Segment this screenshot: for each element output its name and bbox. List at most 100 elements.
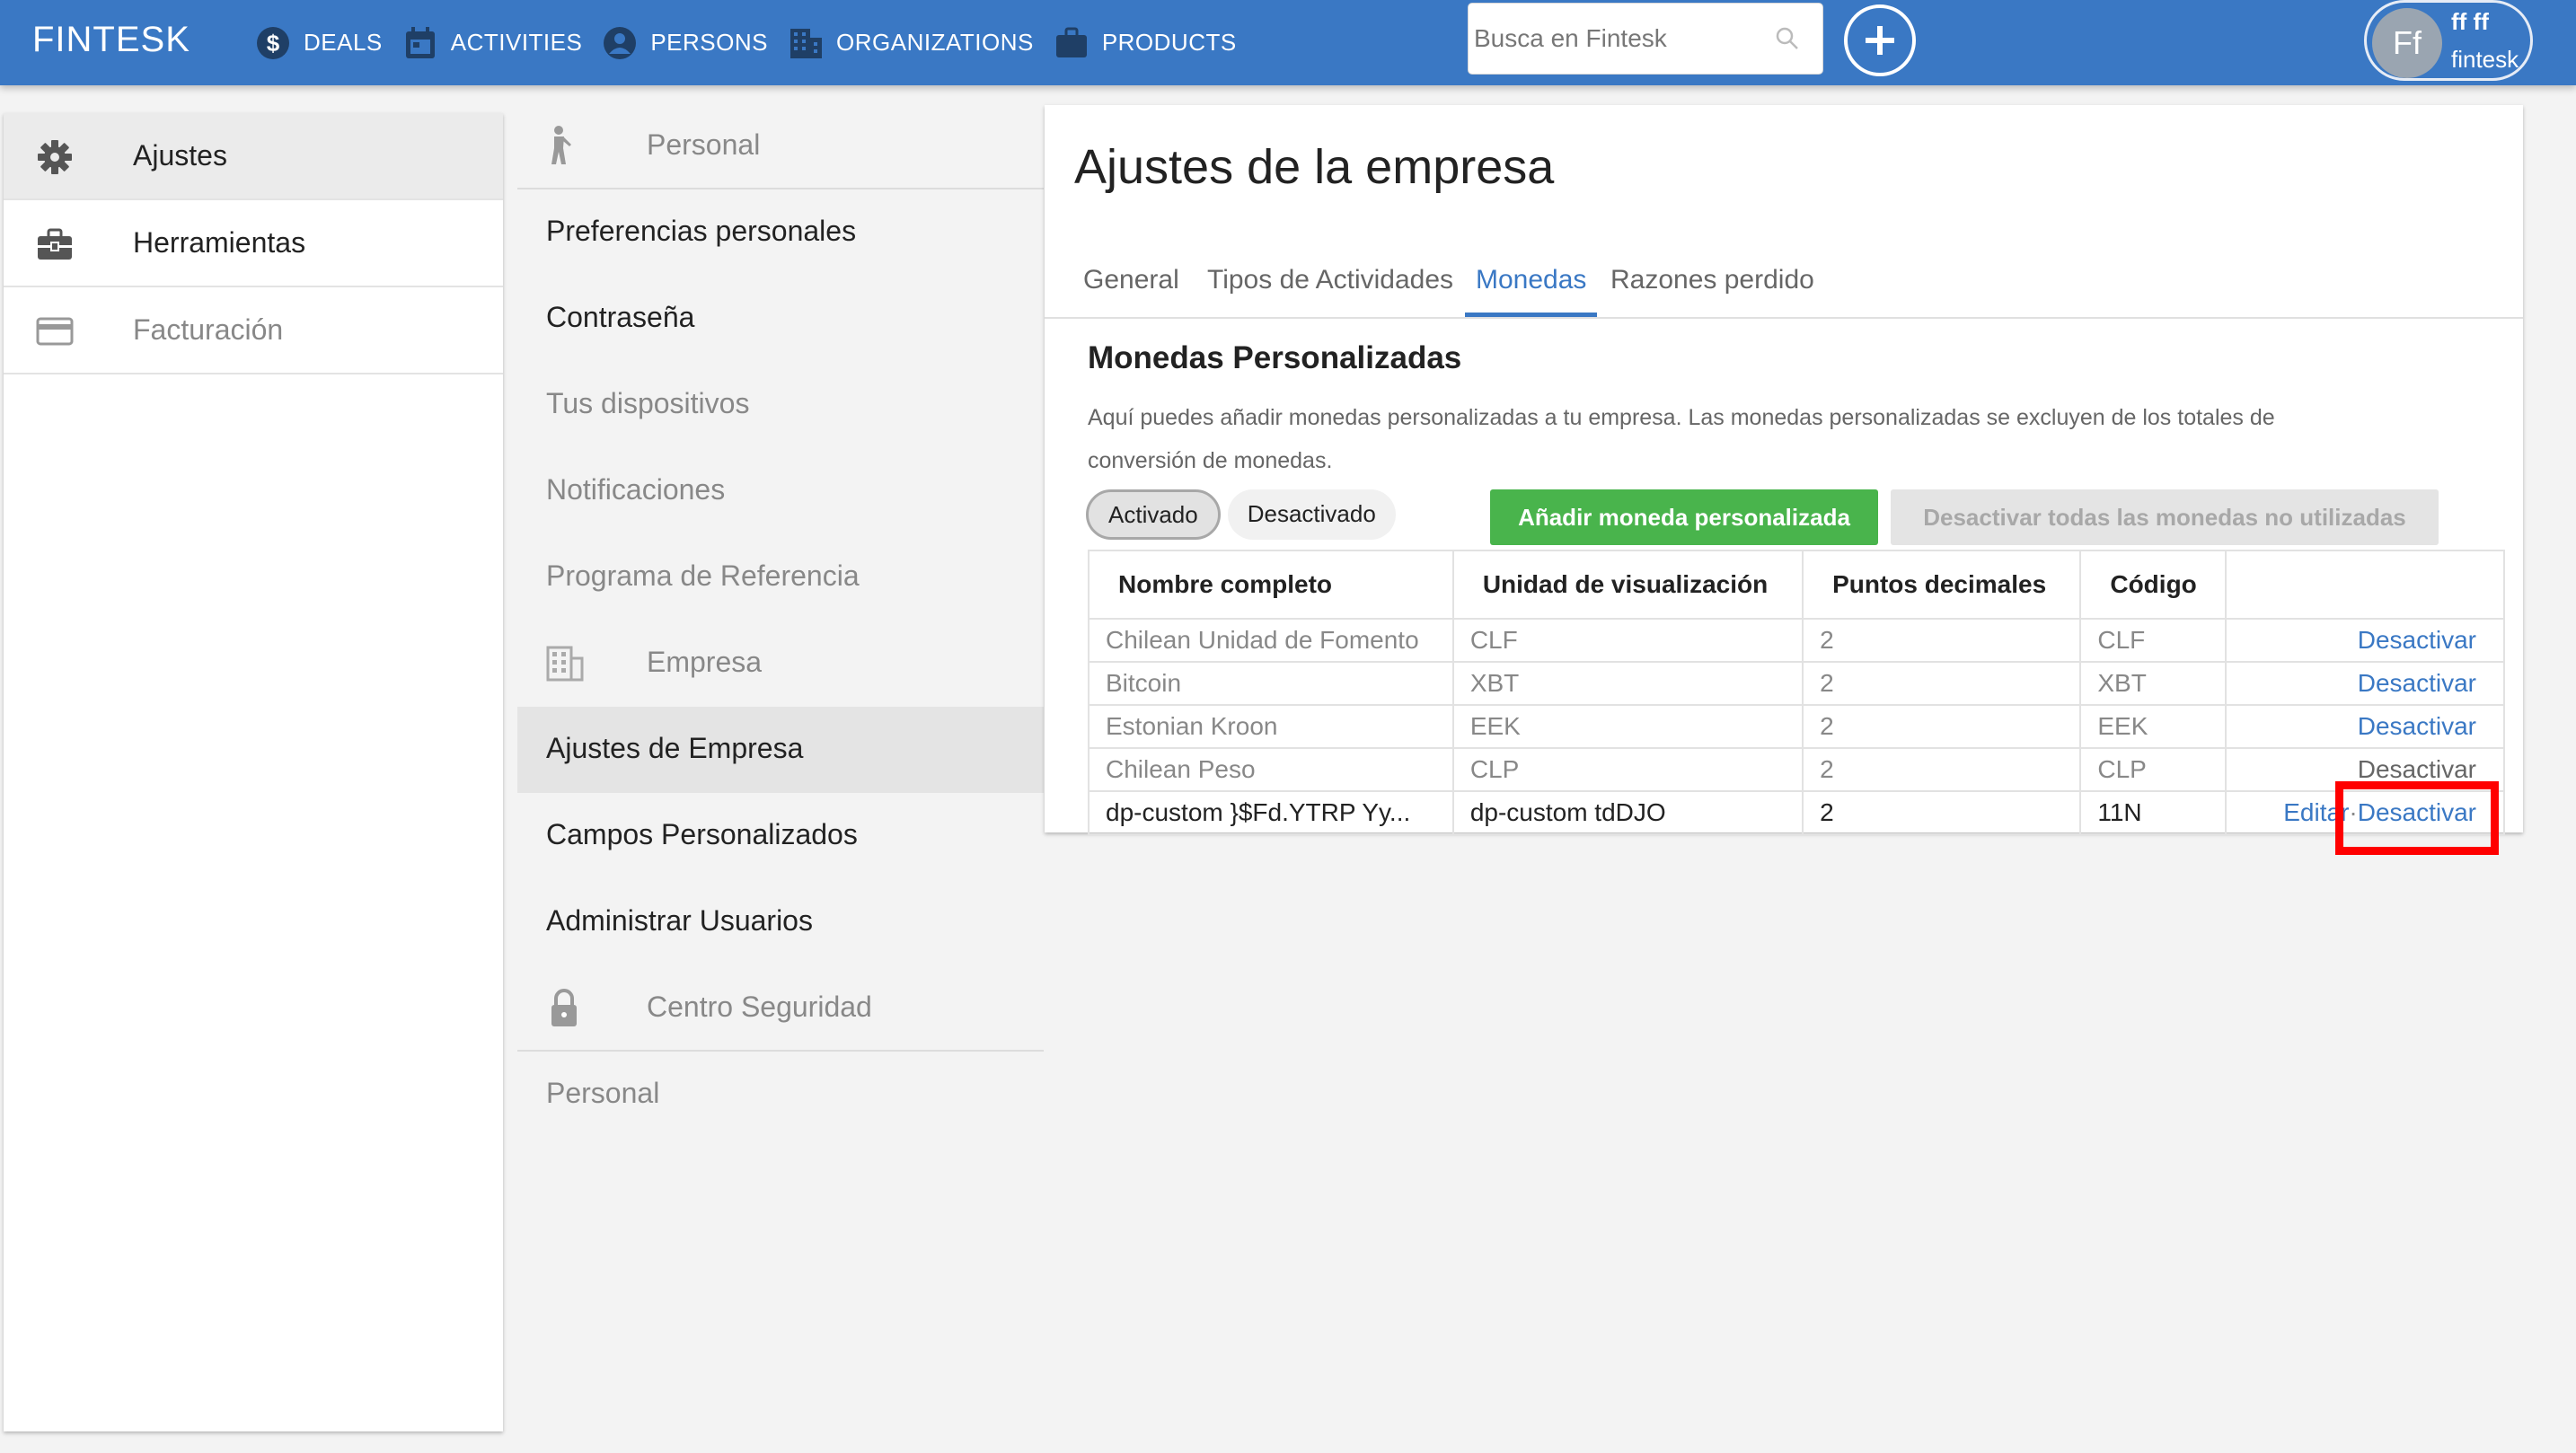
person-icon xyxy=(604,26,637,59)
menu-item-label: Personal xyxy=(546,1077,660,1109)
user-name: ff ff xyxy=(2451,8,2489,35)
filter-desactivado[interactable]: Desactivado xyxy=(1227,489,1396,540)
menu-item-preferencias[interactable]: Preferencias personales xyxy=(517,189,1044,276)
column-header[interactable]: Puntos decimales xyxy=(1802,550,2082,620)
cell-actions: Desactivar xyxy=(2225,704,2505,749)
left-sidebar: Ajustes Herramientas Facturación xyxy=(4,113,503,1431)
building-icon xyxy=(546,646,584,682)
nav-activities-label: ACTIVITIES xyxy=(450,29,583,56)
cell-name: Chilean Peso xyxy=(1088,747,1454,792)
quick-add-button[interactable] xyxy=(1844,4,1916,76)
lock-icon xyxy=(551,989,577,1026)
section-seguridad-header[interactable]: Centro Seguridad xyxy=(517,965,1044,1052)
cell-actions: Desactivar xyxy=(2225,747,2505,792)
cell-name: dp-custom }$Fd.YTRP Yy... xyxy=(1088,790,1454,835)
table-row: Chilean Peso CLP 2 CLP Desactivar xyxy=(1088,747,2505,792)
nav-products-label: PRODUCTS xyxy=(1101,29,1237,56)
cell-decimals: 2 xyxy=(1802,704,2082,749)
deactivate-link[interactable]: Desactivar xyxy=(2358,669,2476,697)
sidebar-item-ajustes[interactable]: Ajustes xyxy=(4,113,503,200)
sidebar-item-label: Facturación xyxy=(133,313,284,346)
menu-item-label: Campos Personalizados xyxy=(546,818,858,850)
avatar: Ff xyxy=(2372,8,2442,78)
person-standing-icon xyxy=(551,126,571,164)
deactivate-link[interactable]: Desactivar xyxy=(2358,712,2476,740)
action-separator: · xyxy=(2349,798,2358,826)
section-personal-label: Personal xyxy=(647,128,761,161)
tab-razones-perdido[interactable]: Razones perdido xyxy=(1600,249,1825,317)
filter-activado[interactable]: Activado xyxy=(1086,489,1221,540)
nav-organizations[interactable]: ORGANIZATIONS xyxy=(788,25,1034,61)
settings-menu: Personal Preferencias personales Contras… xyxy=(517,103,1044,1138)
menu-item-label: Tus dispositivos xyxy=(546,387,750,419)
page-title: Ajustes de la empresa xyxy=(1074,140,1555,194)
cell-unit: CLP xyxy=(1451,747,1804,792)
sidebar-item-label: Herramientas xyxy=(133,226,306,259)
nav-deals[interactable]: $ DEALS xyxy=(255,25,383,61)
plus-icon xyxy=(1866,26,1894,55)
menu-item-referencia[interactable]: Programa de Referencia xyxy=(517,534,1044,621)
edit-link[interactable]: Editar xyxy=(2283,798,2349,826)
cell-unit: dp-custom tdDJO xyxy=(1451,790,1804,835)
sidebar-item-herramientas[interactable]: Herramientas xyxy=(4,200,503,287)
column-header xyxy=(2225,550,2505,620)
deactivate-link[interactable]: Desactivar xyxy=(2358,798,2476,826)
cell-actions: Desactivar xyxy=(2225,661,2505,706)
deactivate-unused-button: Desactivar todas las monedas no utilizad… xyxy=(1891,489,2439,545)
tab-monedas[interactable]: Monedas xyxy=(1465,249,1598,317)
brand-logo[interactable]: FINTESK xyxy=(32,20,190,60)
table-row: Chilean Unidad de Fomento CLF 2 CLF Desa… xyxy=(1088,618,2505,663)
main-nav: $ DEALS ACTIVITIES PERSONS ORGANIZATIONS… xyxy=(255,0,1257,85)
table-row: dp-custom }$Fd.YTRP Yy... dp-custom tdDJ… xyxy=(1088,790,2505,835)
section-empresa-header: Empresa xyxy=(517,621,1044,707)
user-company: fintesk xyxy=(2451,46,2519,73)
company-settings-card: Ajustes de la empresa General Tipos de A… xyxy=(1045,105,2523,835)
menu-item-usuarios[interactable]: Administrar Usuarios xyxy=(517,879,1044,965)
deactivate-link[interactable]: Desactivar xyxy=(2358,755,2476,783)
add-custom-currency-button[interactable]: Añadir moneda personalizada xyxy=(1490,489,1878,545)
menu-item-label: Administrar Usuarios xyxy=(546,904,813,937)
cell-decimals: 2 xyxy=(1802,790,2082,835)
nav-organizations-label: ORGANIZATIONS xyxy=(836,29,1034,56)
search-icon[interactable] xyxy=(1776,27,1799,50)
menu-item-contrasena[interactable]: Contraseña xyxy=(517,276,1044,362)
toolbox-icon xyxy=(38,228,72,260)
cell-code: 11N xyxy=(2079,790,2228,835)
menu-item-label: Programa de Referencia xyxy=(546,559,860,592)
nav-products[interactable]: PRODUCTS xyxy=(1054,25,1237,61)
cell-code: CLF xyxy=(2079,618,2228,663)
menu-item-label: Preferencias personales xyxy=(546,215,857,247)
cell-unit: EEK xyxy=(1451,704,1804,749)
nav-activities[interactable]: ACTIVITIES xyxy=(402,25,583,61)
sidebar-item-facturacion[interactable]: Facturación xyxy=(4,287,503,374)
currencies-table: Nombre completo Unidad de visualización … xyxy=(1088,550,2505,835)
cell-name: Chilean Unidad de Fomento xyxy=(1088,618,1454,663)
tab-tipos-actividades[interactable]: Tipos de Actividades xyxy=(1196,249,1464,317)
menu-item-personal-bottom[interactable]: Personal xyxy=(517,1052,1044,1138)
nav-deals-label: DEALS xyxy=(304,29,383,56)
section-title: Monedas Personalizadas xyxy=(1088,340,1462,375)
cell-name: Bitcoin xyxy=(1088,661,1454,706)
menu-item-ajustes-empresa[interactable]: Ajustes de Empresa xyxy=(517,707,1044,793)
nav-persons[interactable]: PERSONS xyxy=(602,25,768,61)
sidebar-item-label: Ajustes xyxy=(133,139,227,172)
cell-actions: Desactivar xyxy=(2225,618,2505,663)
cell-code: EEK xyxy=(2079,704,2228,749)
section-seguridad-label: Centro Seguridad xyxy=(647,991,872,1023)
user-menu[interactable]: Ff ff ff fintesk xyxy=(2364,0,2533,81)
column-header[interactable]: Código xyxy=(2079,550,2228,620)
menu-item-dispositivos[interactable]: Tus dispositivos xyxy=(517,362,1044,448)
settings-tabs: General Tipos de Actividades Monedas Raz… xyxy=(1045,249,2523,319)
menu-item-campos[interactable]: Campos Personalizados xyxy=(517,793,1044,879)
column-header[interactable]: Unidad de visualización xyxy=(1451,550,1804,620)
search-input[interactable] xyxy=(1474,4,1761,74)
table-row: Estonian Kroon EEK 2 EEK Desactivar xyxy=(1088,704,2505,749)
menu-item-label: Notificaciones xyxy=(546,473,726,506)
deactivate-link[interactable]: Desactivar xyxy=(2358,626,2476,654)
cell-name: Estonian Kroon xyxy=(1088,704,1454,749)
cell-code: XBT xyxy=(2079,661,2228,706)
menu-item-notificaciones[interactable]: Notificaciones xyxy=(517,448,1044,534)
menu-item-label: Contraseña xyxy=(546,301,695,333)
column-header[interactable]: Nombre completo xyxy=(1088,550,1454,620)
tab-general[interactable]: General xyxy=(1072,249,1190,317)
